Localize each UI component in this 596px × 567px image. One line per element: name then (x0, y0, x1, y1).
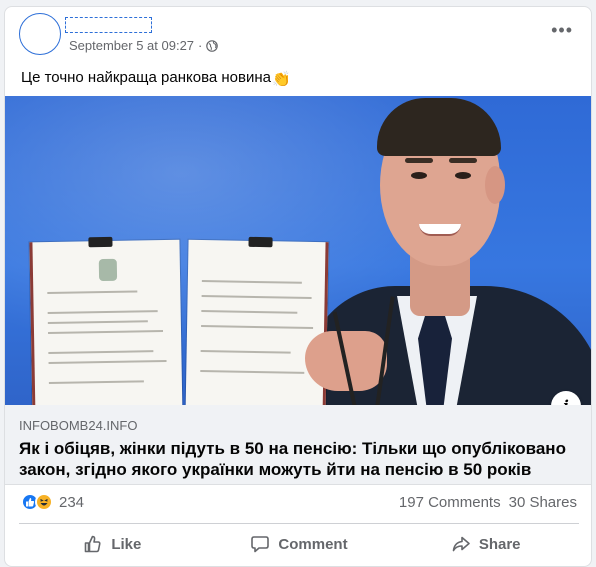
author-name-redacted[interactable] (65, 17, 152, 33)
coat-of-arms (98, 258, 118, 282)
text-line (201, 325, 314, 329)
comment-icon (251, 536, 270, 553)
reaction-summary[interactable]: 234 (21, 493, 84, 511)
document-page-left (29, 236, 183, 405)
reaction-count: 234 (59, 493, 85, 511)
text-line (47, 310, 158, 315)
link-preview[interactable]: INFOBOMB24.INFO Як і обіцяв, жінки підут… (5, 405, 591, 485)
smile (419, 224, 461, 236)
post-meta: September 5 at 09:27 · (69, 38, 219, 53)
ear (485, 166, 505, 204)
eye-right (455, 172, 471, 179)
comments-count[interactable]: 197 Comments (399, 494, 501, 511)
text-line (200, 370, 305, 374)
eye-left (411, 172, 427, 179)
more-options-icon[interactable]: ••• (551, 21, 573, 39)
document-page-right (185, 236, 329, 405)
shares-count[interactable]: 30 Shares (509, 494, 577, 511)
share-label: Share (478, 535, 521, 553)
text-line (48, 380, 144, 385)
haha-reaction-icon (35, 493, 53, 511)
divider (19, 523, 579, 524)
link-preview-image[interactable] (5, 96, 591, 405)
comment-label: Comment (278, 535, 348, 553)
action-bar: Like Comment Share (19, 528, 579, 560)
binder-clip (248, 236, 273, 248)
clapping-hands-emoji: 👏 (271, 71, 291, 88)
text-line (201, 295, 312, 299)
post-timestamp[interactable]: September 5 at 09:27 (69, 38, 194, 53)
text-line (47, 320, 148, 325)
post-card: September 5 at 09:27 · ••• Це точно найк… (4, 6, 592, 567)
link-headline[interactable]: Як і обіцяв, жінки підуть в 50 на пенсію… (19, 438, 579, 480)
binder-clip (88, 236, 113, 248)
text-line (48, 359, 167, 365)
text-line (47, 290, 138, 295)
text-line (201, 280, 302, 284)
thumbs-up-icon (85, 535, 101, 553)
engagement-stats: 197 Comments 30 Shares (399, 494, 577, 511)
avatar[interactable] (19, 13, 61, 55)
like-label: Like (111, 535, 142, 553)
text-line (48, 350, 154, 355)
eyebrow-right (449, 158, 477, 163)
text-line (200, 350, 291, 354)
separator-dot: · (198, 38, 203, 53)
text-line (201, 310, 298, 314)
share-button[interactable]: Share (392, 528, 579, 560)
text-line (48, 330, 164, 335)
post-text: Це точно найкраща ранкова новина👏 (21, 69, 291, 88)
share-icon (452, 536, 470, 552)
eyebrow-left (405, 158, 433, 163)
comment-button[interactable]: Comment (206, 528, 393, 560)
post-body: Це точно найкраща ранкова новина (21, 69, 271, 86)
like-button[interactable]: Like (19, 528, 206, 560)
globe-icon (206, 39, 219, 52)
link-domain: INFOBOMB24.INFO (19, 418, 138, 433)
